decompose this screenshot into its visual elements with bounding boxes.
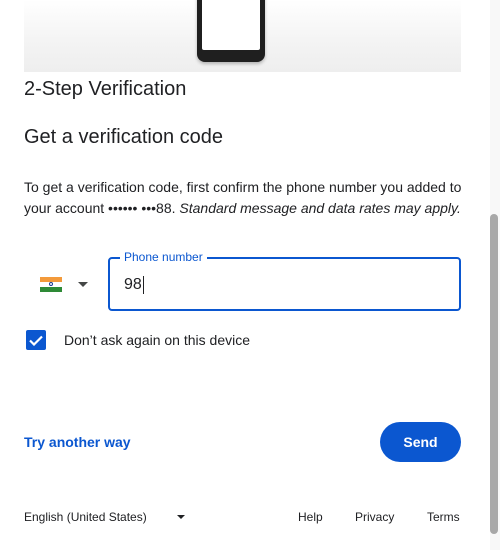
language-selector[interactable]: English (United States) (24, 510, 185, 524)
checkmark-icon (29, 335, 43, 346)
section-heading: Get a verification code (24, 126, 223, 148)
phone-illustration (24, 0, 461, 72)
remember-device-row[interactable]: Don’t ask again on this device (26, 330, 250, 350)
remember-device-checkbox[interactable] (26, 330, 46, 350)
try-another-way-link[interactable]: Try another way (24, 434, 131, 450)
india-flag-icon (40, 276, 62, 292)
phone-screen (202, 0, 260, 50)
help-link[interactable]: Help (298, 510, 323, 524)
scrollbar-thumb[interactable] (490, 214, 498, 534)
remember-device-label: Don’t ask again on this device (64, 332, 250, 348)
scrollbar-track[interactable] (490, 0, 500, 550)
phone-number-label: Phone number (120, 250, 207, 264)
text-cursor (143, 276, 144, 294)
verification-page: 2-Step Verification Get a verification c… (0, 0, 500, 550)
page-title: 2-Step Verification (24, 78, 187, 100)
country-code-selector[interactable] (34, 270, 94, 298)
privacy-link[interactable]: Privacy (355, 510, 394, 524)
send-button[interactable]: Send (380, 422, 461, 462)
caret-down-icon (78, 281, 88, 287)
description-rates-note: Standard message and data rates may appl… (179, 199, 461, 216)
language-label: English (United States) (24, 510, 147, 524)
phone-number-input[interactable] (124, 273, 444, 297)
caret-down-icon (176, 515, 185, 519)
phone-graphic (197, 0, 265, 62)
terms-link[interactable]: Terms (427, 510, 460, 524)
phone-number-field[interactable]: Phone number (108, 250, 461, 311)
description-text: To get a verification code, first confir… (24, 177, 464, 218)
